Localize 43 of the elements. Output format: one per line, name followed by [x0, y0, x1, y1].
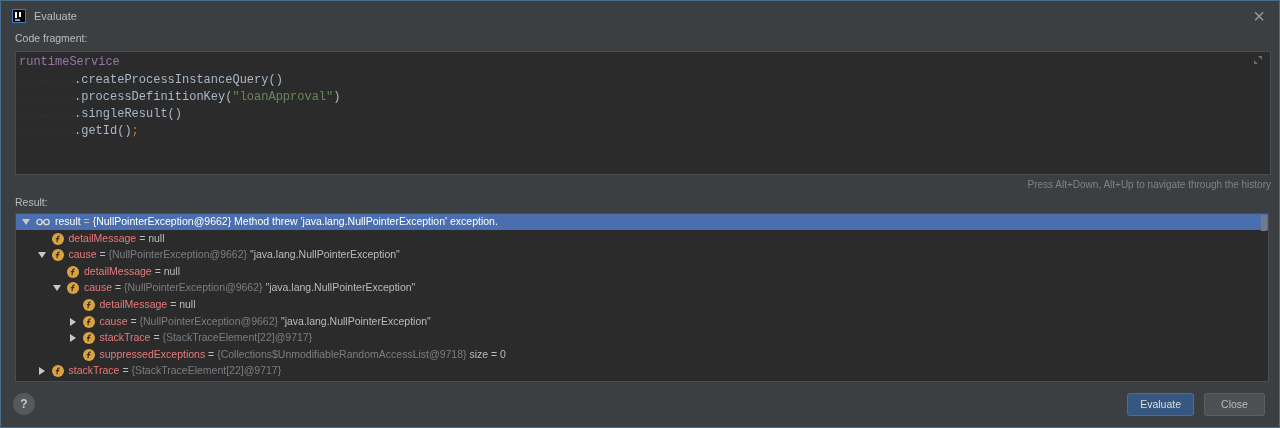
tree-row[interactable]: stackTrace = {StackTraceElement[22]@9717}	[16, 363, 1268, 380]
field-icon	[82, 298, 95, 311]
field-icon	[82, 315, 95, 328]
tree-row-text: result = {NullPointerException@9662} Method threw 'java.lang.NullPointerException' exception.	[55, 214, 498, 230]
tree-row[interactable]: detailMessage = null	[16, 296, 1268, 314]
tree-row-text: suppressedExceptions = {Collections$UnmodifiableRandomAccessList@9718} size = 0	[99, 346, 506, 362]
field-icon	[82, 348, 95, 361]
tree-row-text: detailMessage = null	[84, 263, 181, 279]
tree-row-text: detailMessage = null	[68, 230, 165, 246]
help-button[interactable]: ?	[13, 393, 35, 416]
code-line: runtimeService	[19, 54, 120, 72]
tree-row[interactable]: cause = {NullPointerException@9662} "java.lang.NullPointerException"	[16, 280, 1268, 297]
evaluate-button[interactable]: Evaluate	[1127, 392, 1194, 417]
app-logo-icon	[12, 9, 26, 24]
tree-row-text: stackTrace = {StackTraceElement[22]@9717}	[99, 330, 313, 346]
history-hint: Press Alt+Down, Alt+Up to navigate through the history	[1026, 178, 1272, 193]
tree-row[interactable]: detailMessage = null	[16, 263, 1268, 281]
tree-row[interactable]: stackTrace = {StackTraceElement[22]@9717}	[16, 329, 1268, 347]
scrollbar-thumb[interactable]	[1261, 214, 1267, 231]
close-button[interactable]: ×	[1247, 6, 1271, 27]
tree-row-text: stackTrace = {StackTraceElement[22]@9717}	[68, 363, 282, 379]
field-icon	[51, 249, 64, 262]
glasses-icon	[36, 217, 50, 226]
tree-row[interactable]: cause = {NullPointerException@9662} "java.lang.NullPointerException"	[16, 313, 1268, 330]
close-button[interactable]: Close	[1204, 392, 1265, 417]
tree-row[interactable]: suppressedExceptions = {Collections$UnmodifiableRandomAccessList@9718} size = 0	[16, 346, 1268, 363]
field-icon	[51, 232, 64, 245]
tree-row-text: cause = {NullPointerException@9662} "java.lang.NullPointerException"	[84, 280, 416, 296]
field-icon	[67, 282, 79, 295]
code-editor[interactable]: runtimeService .createProcessInstanceQuery() .processDefinitionKey("loanApproval") .singleResult() .getId();	[15, 51, 1271, 176]
field-icon	[67, 265, 79, 278]
expand-icon[interactable]	[1254, 56, 1262, 65]
tree-row-text: cause = {NullPointerException@9662} "java.lang.NullPointerException"	[68, 247, 400, 263]
field-icon	[82, 332, 95, 345]
tree-row-text: detailMessage = null	[99, 297, 196, 313]
field-icon	[51, 365, 64, 378]
code-fragment-label: Code fragment:	[14, 31, 89, 47]
tree-row-text: cause = {NullPointerException@9662} "java.lang.NullPointerException"	[99, 313, 431, 329]
dialog-title: Evaluate	[34, 9, 77, 24]
tree-row[interactable]: detailMessage = null	[16, 230, 1268, 247]
result-label: Result:	[14, 194, 49, 210]
tree-row[interactable]: cause = {NullPointerException@9662} "java.lang.NullPointerException"	[16, 246, 1268, 264]
tree-row[interactable]: result = {NullPointerException@9662} Method threw 'java.lang.NullPointerException' exception.	[16, 213, 1268, 231]
